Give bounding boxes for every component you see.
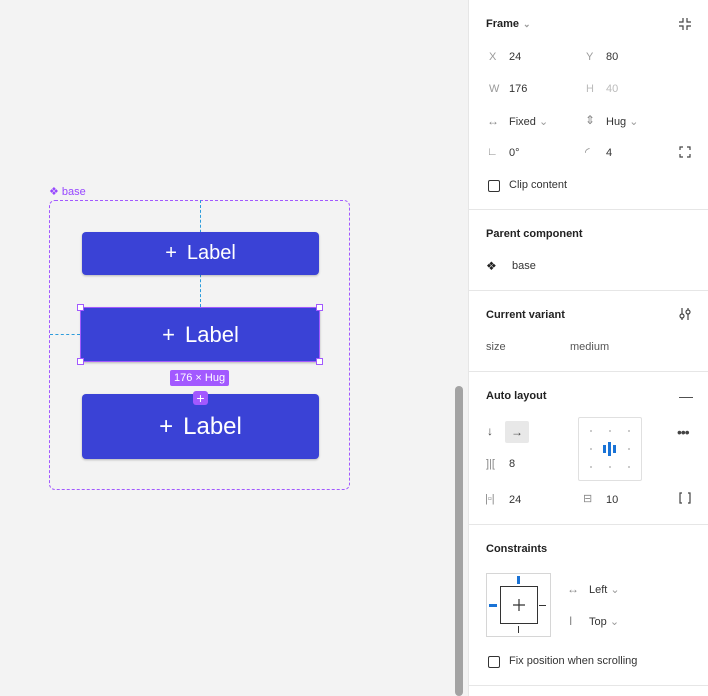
parent-component-section: Parent component ❖ base (469, 210, 708, 291)
fix-position-label: Fix position when scrolling (509, 655, 638, 667)
button-label: Label (183, 412, 242, 440)
rotation-input[interactable]: 0° (509, 147, 520, 159)
resize-handle-bottom-right[interactable] (316, 358, 323, 365)
gap-input[interactable]: 8 (509, 458, 515, 470)
collapse-icon[interactable] (678, 17, 692, 34)
chevron-down-icon: ⌄ (538, 116, 549, 128)
resize-handle-top-left[interactable] (77, 304, 84, 311)
radius-input[interactable]: 4 (606, 147, 612, 159)
resize-handle-bottom-left[interactable] (77, 358, 84, 365)
independent-corners-icon[interactable] (679, 146, 691, 161)
variant-property-label: size (486, 341, 506, 353)
alignment-grid[interactable] (578, 417, 642, 481)
direction-horizontal-icon[interactable]: → (505, 421, 529, 443)
current-variant-section: Current variant size medium (469, 291, 708, 372)
component-tag[interactable]: ❖ base (49, 185, 86, 199)
frame-title-label: Frame (486, 18, 520, 30)
h-input[interactable]: 40 (606, 83, 618, 95)
y-input[interactable]: 80 (606, 51, 618, 63)
clip-content-label: Clip content (509, 179, 568, 191)
button-label: Label (186, 242, 236, 264)
chevron-down-icon: ⌄ (609, 616, 620, 628)
horizontal-resize-icon: ↔ (487, 114, 499, 128)
horizontal-padding-input[interactable]: 24 (509, 494, 521, 506)
plus-icon: + (159, 412, 174, 440)
w-input[interactable]: 176 (509, 83, 527, 95)
vertical-resize-icon: ⇕ (585, 113, 596, 127)
constraints-section: Constraints ↔ Left ⌄ I Top ⌄ Fix positio… (469, 525, 708, 686)
frame-section: Frame ⌄ X 24 Y 80 W 176 H 40 ↔ Fixed ⌄ ⇕… (469, 0, 708, 210)
parent-component-name[interactable]: base (512, 260, 536, 272)
spacing-guide-horizontal (50, 334, 80, 335)
constraint-top-active[interactable] (517, 576, 520, 584)
gap-icon: ]|[ (486, 458, 495, 470)
frame-title[interactable]: Frame ⌄ (486, 18, 531, 30)
component-tag-label: base (61, 185, 86, 198)
horizontal-constraint-value: Left (589, 584, 608, 596)
plus-icon: + (162, 321, 175, 347)
constraint-bottom[interactable] (518, 626, 519, 633)
more-options-icon[interactable]: ••• (677, 424, 690, 440)
auto-layout-title: Auto layout (486, 390, 547, 402)
horizontal-constraint-dropdown[interactable]: Left ⌄ (589, 583, 620, 596)
chevron-down-icon: ⌄ (629, 116, 639, 128)
horizontal-sizing-value: Fixed (509, 116, 536, 128)
x-input[interactable]: 24 (509, 51, 521, 63)
canvas-scrollbar[interactable] (455, 386, 463, 696)
rotation-icon: ∟ (487, 146, 498, 158)
constraint-right[interactable] (539, 605, 546, 606)
parent-component-title: Parent component (486, 228, 583, 240)
individual-padding-icon[interactable] (679, 492, 691, 507)
plus-icon: + (165, 242, 177, 264)
horizontal-padding-icon: |▫| (485, 493, 495, 505)
w-label: W (489, 83, 500, 95)
corner-radius-icon: ◜ (585, 145, 590, 159)
h-label: H (586, 83, 594, 95)
vertical-sizing-value: Hug (606, 116, 627, 128)
canvas[interactable]: ❖ base + Label + Label + Label 176 × Hug… (0, 0, 468, 696)
vertical-padding-input[interactable]: 10 (606, 494, 618, 506)
chevron-down-icon: ⌄ (523, 18, 531, 29)
chevron-down-icon: ⌄ (610, 584, 620, 596)
fix-position-checkbox[interactable] (488, 656, 500, 668)
properties-panel: Frame ⌄ X 24 Y 80 W 176 H 40 ↔ Fixed ⌄ ⇕… (468, 0, 708, 696)
constraints-title: Constraints (486, 543, 548, 555)
horizontal-constraint-icon: ↔ (567, 582, 579, 596)
add-item-handle[interactable]: + (193, 391, 208, 405)
clip-content-checkbox[interactable] (488, 180, 500, 192)
button-label: Label (185, 321, 239, 347)
horizontal-sizing-dropdown[interactable]: Fixed ⌄ (509, 115, 548, 128)
variant-value-dropdown[interactable]: medium (570, 341, 609, 353)
current-variant-title: Current variant (486, 309, 565, 321)
auto-layout-section: Auto layout — ↓ → ••• ]|[ 8 |▫| 24 ⊟ 10 (469, 372, 708, 525)
vertical-constraint-icon: I (569, 614, 573, 628)
vertical-constraint-value: Top (589, 616, 607, 628)
x-label: X (489, 51, 497, 63)
resize-handle-top-right[interactable] (316, 304, 323, 311)
constraints-inner-box (500, 586, 538, 624)
vertical-constraint-dropdown[interactable]: Top ⌄ (589, 615, 619, 628)
component-icon: ❖ (486, 259, 497, 273)
component-icon: ❖ (49, 186, 59, 198)
adjust-icon[interactable] (678, 307, 692, 324)
constraints-widget[interactable] (486, 573, 551, 637)
vertical-sizing-dropdown[interactable]: Hug ⌄ (606, 115, 638, 128)
remove-auto-layout-icon[interactable]: — (679, 388, 693, 404)
direction-vertical-icon[interactable]: ↓ (487, 424, 493, 438)
vertical-padding-icon: ⊟ (583, 493, 593, 505)
size-badge: 176 × Hug (170, 370, 230, 386)
button-variant-medium[interactable]: + Label (81, 307, 320, 362)
button-variant-small[interactable]: + Label (82, 232, 319, 275)
y-label: Y (586, 51, 594, 63)
constraint-left-active[interactable] (489, 604, 497, 607)
